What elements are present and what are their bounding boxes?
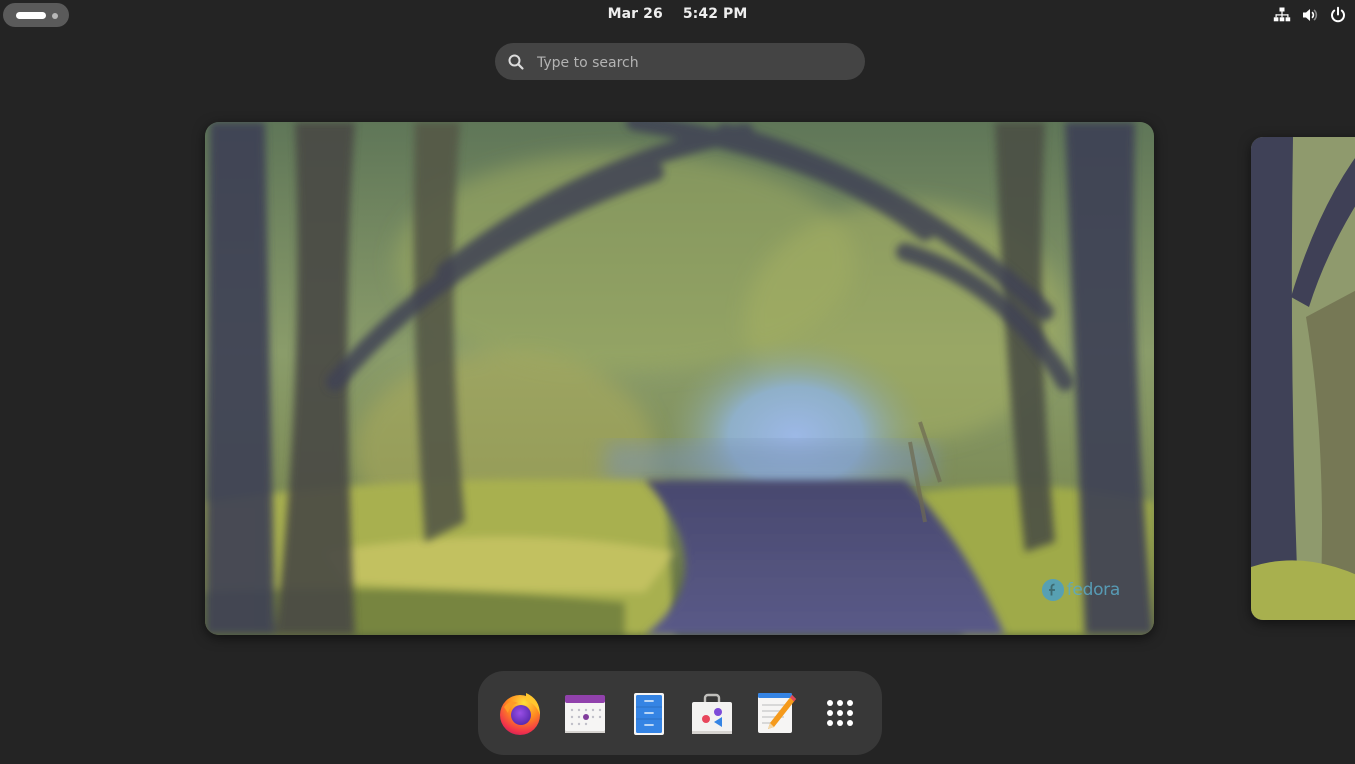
dash-item-text-editor[interactable] — [748, 685, 804, 741]
fedora-logo-icon — [1041, 579, 1064, 601]
file-cabinet-icon — [634, 693, 664, 735]
app-grid-icon — [827, 700, 853, 726]
search-bar[interactable] — [495, 43, 865, 82]
wallpaper-image — [205, 122, 1154, 635]
software-bag-icon — [692, 693, 732, 734]
fedora-watermark: fedora — [1041, 579, 1121, 601]
dash-item-firefox[interactable] — [492, 685, 548, 741]
time-label: 5:42 PM — [682, 6, 748, 22]
firefox-icon — [500, 693, 540, 735]
fedora-watermark-text: fedora — [1066, 580, 1121, 600]
system-tray[interactable] — [1273, 6, 1347, 24]
dash-item-calendar[interactable] — [556, 685, 612, 741]
dash-item-software[interactable] — [684, 685, 740, 741]
wallpaper-image — [1251, 137, 1355, 620]
power-icon[interactable] — [1329, 6, 1347, 24]
dash — [478, 671, 882, 755]
workspace-thumbnail-current[interactable]: fedora — [205, 122, 1154, 635]
dash-item-show-apps[interactable] — [812, 685, 868, 741]
date-label: Mar 26 — [607, 6, 663, 22]
workspace-thumbnail-next[interactable] — [1251, 137, 1355, 620]
top-bar: Mar 26 5:42 PM — [0, 0, 1355, 30]
search-input[interactable] — [535, 43, 854, 82]
text-editor-icon — [758, 693, 796, 733]
calendar-icon — [565, 695, 605, 733]
search-icon — [508, 54, 524, 70]
network-wired-icon[interactable] — [1273, 6, 1291, 24]
volume-icon[interactable] — [1301, 6, 1319, 24]
clock-button[interactable]: Mar 26 5:42 PM — [0, 6, 1355, 22]
dash-item-files[interactable] — [620, 685, 676, 741]
